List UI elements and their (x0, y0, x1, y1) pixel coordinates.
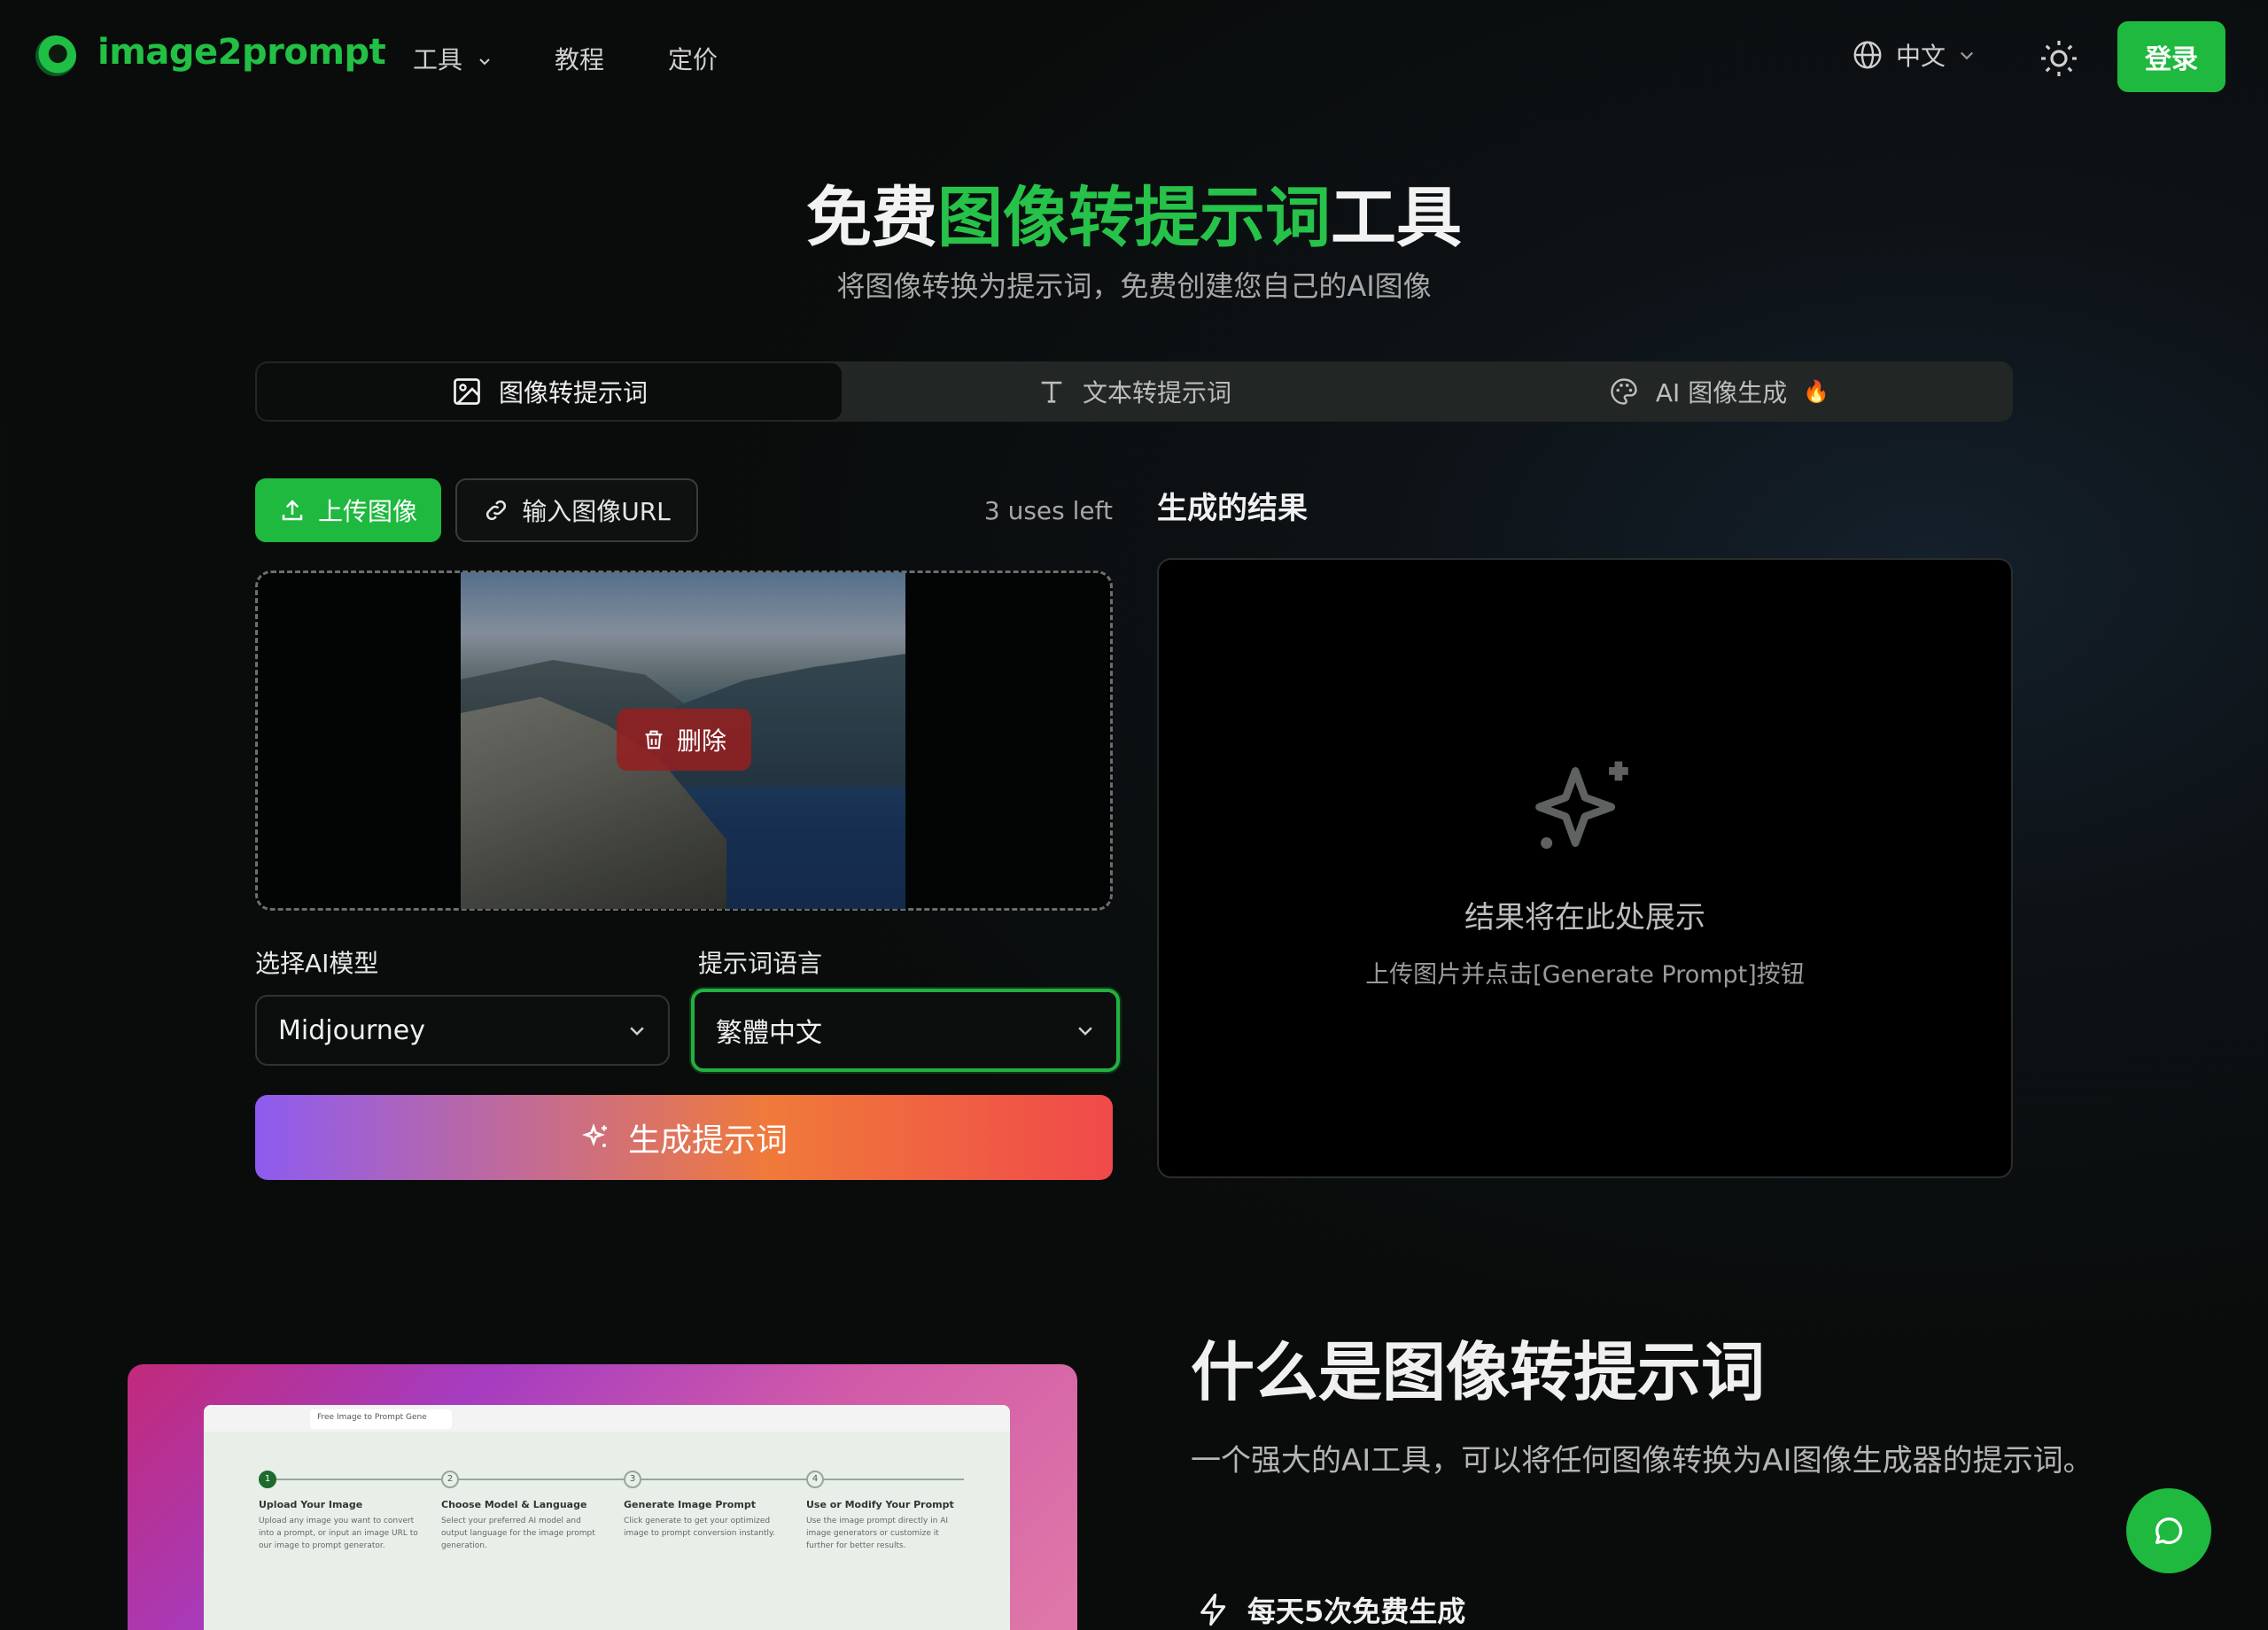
upload-label: 上传图像 (317, 497, 417, 526)
nav-pricing[interactable]: 定价 (668, 41, 718, 76)
uses-left-counter: 3 uses left (983, 496, 1113, 525)
demo-step-title: Generate Image Prompt (624, 1499, 756, 1510)
demo-step-title: Upload Your Image (259, 1499, 363, 1510)
demo-step-marker: 1 (259, 1471, 276, 1488)
theme-toggle[interactable] (2038, 37, 2080, 80)
title-pre: 免费 (806, 180, 937, 256)
tab-label: 文本转提示词 (1082, 378, 1231, 408)
demo-step-marker: 4 (806, 1471, 824, 1488)
language-label: 提示词语言 (698, 949, 823, 978)
delete-image-button[interactable]: 删除 (617, 709, 751, 771)
url-label: 输入图像URL (522, 497, 671, 526)
chat-button[interactable] (2126, 1488, 2211, 1573)
palette-icon (1611, 378, 1637, 405)
fire-icon: 🔥 (1803, 379, 1830, 404)
model-select[interactable]: Midjourney (255, 995, 670, 1066)
title-accent: 图像转提示词 (937, 180, 1331, 256)
demo-step-marker: 3 (624, 1471, 641, 1488)
image-icon (454, 378, 480, 405)
demo-step-desc: Use the image prompt directly in AI imag… (806, 1517, 949, 1550)
demo-step-desc: Upload any image you want to convert int… (259, 1517, 418, 1550)
demo-browser-tab: Free Image to Prompt Gene (310, 1409, 452, 1429)
section-description: 一个强大的AI工具，可以将任何图像转换为AI图像生成器的提示词。 (1191, 1443, 2093, 1479)
nav-tools-label: 工具 (413, 45, 463, 74)
result-title: 生成的结果 (1157, 491, 1308, 526)
demo-steps-line (268, 1479, 964, 1480)
mode-tabs: 图像转提示词 文本转提示词 AI 图像生成 🔥 (255, 361, 2013, 422)
demo-step-title: Use or Modify Your Prompt (806, 1499, 954, 1510)
feature-item: 每天5次免费生成 (1196, 1589, 1465, 1630)
model-label: 选择AI模型 (255, 949, 379, 978)
tab-ai-image-generation[interactable]: AI 图像生成 🔥 (1426, 361, 2011, 422)
globe-icon (1853, 41, 1882, 69)
lightning-icon (1200, 1593, 1226, 1626)
page-subtitle: 将图像转换为提示词，免费创建您自己的AI图像 (836, 269, 1432, 303)
section-title: 什么是图像转提示词 (1191, 1335, 1766, 1409)
demo-step-desc: Click generate to get your optimized ima… (624, 1517, 775, 1538)
sparkles-icon (582, 1123, 607, 1147)
tab-image-to-prompt[interactable]: 图像转提示词 (257, 363, 842, 420)
page-title: 免费图像转提示词工具 (0, 165, 2268, 260)
tab-label: 图像转提示词 (498, 378, 648, 408)
logo-text[interactable]: image2prompt (97, 32, 386, 73)
feature-label: 每天5次免费生成 (1247, 1595, 1466, 1628)
login-button[interactable]: 登录 (2117, 21, 2225, 92)
link-icon (486, 500, 507, 521)
upload-image-button[interactable]: 上传图像 (255, 478, 441, 542)
demo-step-marker: 2 (441, 1471, 459, 1488)
language-switcher[interactable]: 中文 (1852, 37, 1976, 73)
generate-prompt-button[interactable]: 生成提示词 (255, 1095, 1113, 1180)
demo-step-title: Choose Model & Language (441, 1499, 587, 1510)
tab-label: AI 图像生成 (1655, 378, 1788, 408)
result-empty-title: 结果将在此处展示 (1464, 900, 1705, 935)
image-url-button[interactable]: 输入图像URL (455, 478, 698, 542)
logo-icon[interactable] (35, 35, 76, 76)
generate-label: 生成提示词 (627, 1122, 788, 1159)
title-post: 工具 (1331, 180, 1462, 256)
chat-icon (2155, 1517, 2183, 1544)
result-empty-hint: 上传图片并点击[Generate Prompt]按钮 (1365, 961, 1805, 989)
trash-icon (645, 730, 663, 749)
chevron-down-icon (479, 58, 490, 66)
sparkle-icon (1535, 761, 1628, 850)
upload-icon (282, 500, 303, 521)
nav-tutorial[interactable]: 教程 (555, 41, 604, 76)
prompt-language-select[interactable]: 繁體中文 (691, 989, 1120, 1072)
text-icon (1041, 381, 1062, 403)
nav-tools[interactable]: 工具 (413, 41, 492, 76)
chevron-down-icon (1078, 1027, 1092, 1036)
chevron-down-icon (630, 1027, 644, 1036)
tab-text-to-prompt[interactable]: 文本转提示词 (842, 361, 1426, 422)
sun-icon (2041, 41, 2077, 76)
delete-label: 删除 (676, 726, 726, 756)
language-label: 中文 (1896, 42, 1946, 71)
demo-step-desc: Select your preferred AI model and outpu… (441, 1517, 595, 1550)
result-panel (1157, 558, 2013, 1178)
chevron-down-icon (1960, 51, 1974, 60)
language-value: 繁體中文 (716, 1018, 822, 1049)
model-value: Midjourney (278, 1014, 425, 1046)
